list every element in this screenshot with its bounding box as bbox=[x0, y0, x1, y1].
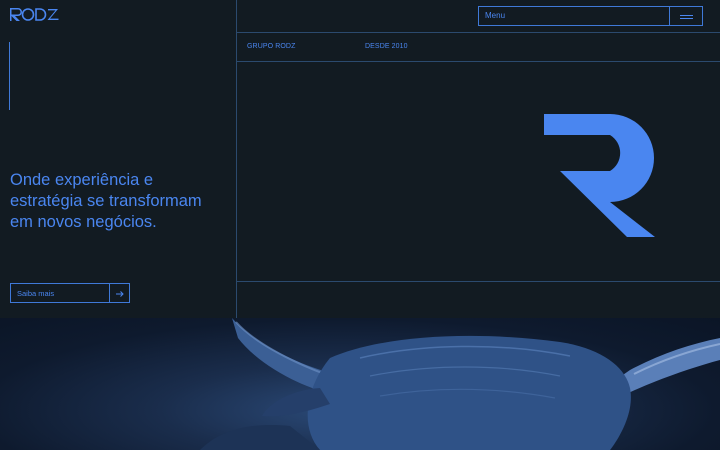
bottom-divider bbox=[237, 281, 720, 282]
rodz-r-mark-icon bbox=[544, 114, 656, 238]
group-label: GRUPO RODZ bbox=[247, 43, 296, 50]
rodz-logo[interactable] bbox=[10, 6, 60, 22]
hero-section: Menu GRUPO RODZ DESDE 2010 Onde experiên… bbox=[0, 0, 720, 318]
saiba-mais-button[interactable]: Saiba mais bbox=[10, 283, 110, 303]
meta-divider bbox=[237, 61, 720, 62]
since-label: DESDE 2010 bbox=[365, 43, 408, 50]
hamburger-icon[interactable] bbox=[669, 6, 703, 26]
bull-photo bbox=[0, 318, 720, 450]
menu-label: Menu bbox=[485, 11, 506, 20]
menu-button[interactable]: Menu bbox=[478, 6, 670, 26]
arrow-right-icon[interactable] bbox=[109, 283, 130, 303]
hero-headline: Onde experiência e estratégia se transfo… bbox=[10, 170, 232, 233]
accent-line bbox=[9, 42, 10, 110]
headline-line-3: em novos negócios. bbox=[10, 213, 157, 231]
headline-line-1: Onde experiência e bbox=[10, 171, 154, 189]
headline-line-2: estratégia se transformam bbox=[10, 192, 202, 210]
vertical-divider bbox=[236, 0, 237, 318]
cta-label: Saiba mais bbox=[17, 289, 55, 298]
header-divider bbox=[237, 32, 720, 33]
